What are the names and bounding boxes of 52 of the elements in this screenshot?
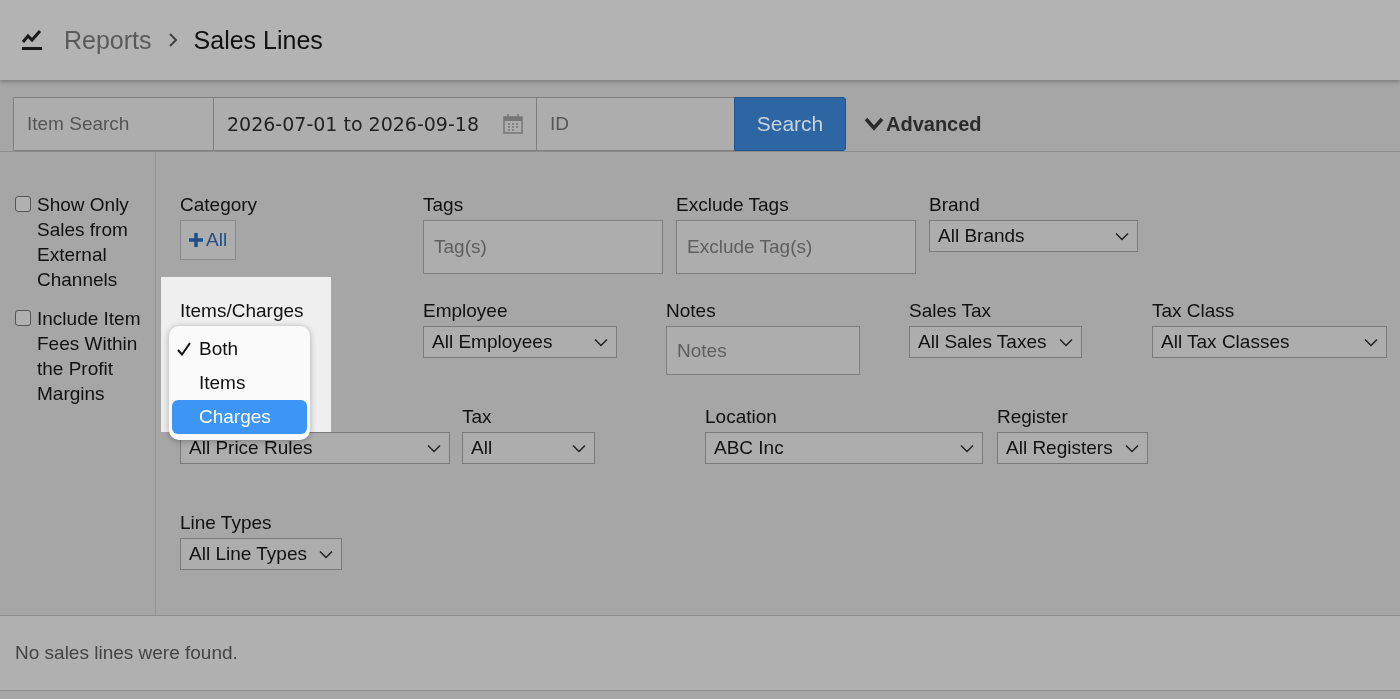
- select-field[interactable]: All Sales Taxes: [909, 326, 1082, 358]
- advanced-toggle[interactable]: Advanced: [864, 112, 982, 136]
- field-label: Register: [997, 405, 1069, 429]
- select-field[interactable]: All Registers: [997, 432, 1148, 464]
- text-field[interactable]: Notes: [666, 326, 860, 375]
- field-label: Items/Charges: [180, 299, 305, 323]
- chevron-down-icon: [864, 117, 884, 131]
- field-label: Location: [705, 405, 778, 429]
- chevron-down-icon: [1124, 443, 1139, 453]
- field-label: Tax: [462, 405, 493, 429]
- select-field[interactable]: All Employees: [423, 326, 617, 358]
- chevron-right-icon: [167, 33, 178, 47]
- field-label: Brand: [929, 193, 981, 217]
- field-label: Sales Tax: [909, 299, 993, 323]
- select-field[interactable]: All: [462, 432, 595, 464]
- menu-item[interactable]: Both: [172, 332, 307, 366]
- menu-item[interactable]: Items: [172, 366, 307, 400]
- select-field[interactable]: ABC Inc: [705, 432, 983, 464]
- chevron-down-icon: [1115, 231, 1129, 241]
- select-field[interactable]: All Brands: [929, 220, 1138, 252]
- field-label: Tax Class: [1152, 299, 1236, 323]
- chart-line-icon: [20, 28, 44, 52]
- checkbox[interactable]: [15, 310, 31, 326]
- field-label: Line Types: [180, 511, 273, 535]
- chevron-down-icon: [318, 549, 333, 559]
- chevron-down-icon: [960, 443, 974, 453]
- checkbox[interactable]: [15, 196, 31, 212]
- search-button[interactable]: Search: [734, 97, 846, 151]
- chevron-down-icon: [572, 443, 586, 453]
- text-field[interactable]: Tag(s): [423, 220, 663, 274]
- calendar-icon: [503, 114, 523, 134]
- chevron-down-icon: [1058, 337, 1073, 347]
- page-title: Sales Lines: [193, 25, 323, 55]
- text-field[interactable]: Exclude Tag(s): [676, 220, 916, 274]
- select-field[interactable]: All Line Types: [180, 538, 342, 570]
- id-field[interactable]: ID: [536, 97, 735, 151]
- category-button[interactable]: All: [180, 220, 237, 260]
- chevron-down-icon: [427, 443, 441, 453]
- chevron-down-icon: [594, 337, 608, 347]
- search-field[interactable]: Item Search: [13, 97, 214, 151]
- field-label: Notes: [666, 299, 717, 323]
- select-field[interactable]: All Tax Classes: [1152, 326, 1387, 358]
- checkbox-label: Include Item Fees Within the Profit Margins: [37, 307, 142, 406]
- field-label: Tags: [423, 193, 465, 217]
- plus-icon: [189, 233, 203, 247]
- field-label: Category: [180, 193, 259, 217]
- field-label: Exclude Tags: [676, 193, 790, 217]
- field-label: Employee: [423, 299, 509, 323]
- date-range-field[interactable]: 2026-07-01 to 2026-09-18: [213, 97, 537, 151]
- checkbox-label: Show Only Sales from External Channels: [37, 193, 130, 292]
- chevron-down-icon: [1364, 337, 1378, 347]
- empty-message: No sales lines were found.: [15, 642, 238, 664]
